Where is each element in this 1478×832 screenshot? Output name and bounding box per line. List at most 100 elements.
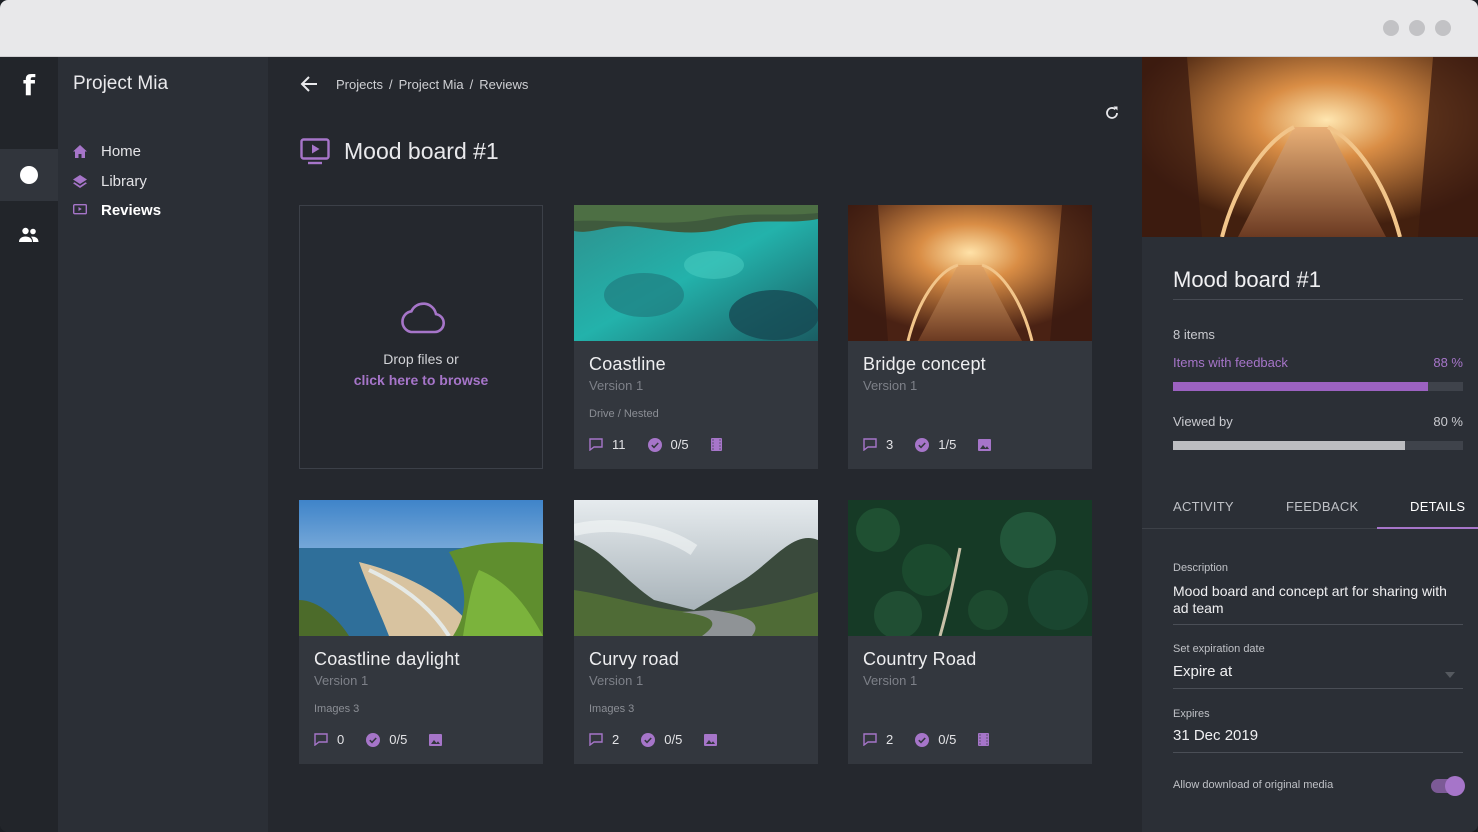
card-meta: Drive / Nested xyxy=(589,408,659,420)
tab-details[interactable]: DETAILS xyxy=(1410,499,1465,514)
main-content: Projects / Project Mia / Reviews Mood bo… xyxy=(268,57,1142,832)
card-bridge-concept[interactable]: Bridge concept Version 1 3 1/5 xyxy=(848,205,1092,469)
app-logo[interactable]: f xyxy=(0,69,58,102)
cloud-icon xyxy=(401,302,445,334)
approval-count[interactable]: 0/5 xyxy=(915,732,956,747)
card-stats: 2 0/5 xyxy=(863,732,990,747)
sidebar-item-reviews[interactable]: Reviews xyxy=(73,199,161,221)
check-circle-icon xyxy=(641,732,656,747)
feedback-label: Items with feedback xyxy=(1173,355,1288,370)
card-meta: Images 3 xyxy=(314,703,360,715)
download-toggle[interactable] xyxy=(1431,776,1465,796)
approval-count-value: 1/5 xyxy=(938,437,957,452)
card-version: Version 1 xyxy=(863,378,918,393)
sidebar: Project Mia Home Library Reviews xyxy=(58,57,268,832)
tab-activity[interactable]: ACTIVITY xyxy=(1173,499,1234,514)
people-icon xyxy=(19,227,39,242)
approval-count[interactable]: 0/5 xyxy=(647,437,689,452)
download-label: Allow download of original media xyxy=(1173,779,1334,791)
description-field[interactable]: Mood board and concept art for sharing w… xyxy=(1173,583,1463,617)
arrow-left-icon xyxy=(300,76,317,92)
card-stats: 11 0/5 xyxy=(589,437,722,452)
comment-icon xyxy=(589,438,603,451)
thumbnail-bridge xyxy=(848,205,1092,341)
breadcrumb-project[interactable]: Project Mia xyxy=(399,77,464,92)
approval-count-value: 0/5 xyxy=(664,732,683,747)
expires-underline xyxy=(1173,752,1463,753)
rail-item-workspace[interactable] xyxy=(0,149,58,201)
title-bar xyxy=(0,0,1478,57)
approval-count[interactable]: 0/5 xyxy=(366,732,407,747)
card-title: Coastline xyxy=(589,354,666,374)
item-count: 8 items xyxy=(1173,327,1215,342)
check-circle-icon xyxy=(915,437,930,452)
minimize-button[interactable] xyxy=(1383,20,1399,36)
feedback-progress-fill xyxy=(1173,382,1429,391)
comment-count[interactable]: 3 xyxy=(863,437,893,452)
rail-item-people[interactable] xyxy=(0,209,58,261)
back-button[interactable] xyxy=(300,75,318,98)
upload-dropzone[interactable]: Drop files or click here to browse xyxy=(299,205,543,469)
breadcrumb-reviews[interactable]: Reviews xyxy=(479,77,528,92)
card-country-road[interactable]: Country Road Version 1 2 0/5 xyxy=(848,500,1092,764)
page-title: Mood board #1 xyxy=(344,138,499,164)
card-version: Version 1 xyxy=(589,673,644,688)
card-coastline[interactable]: Coastline Version 1 Drive / Nested 11 0/… xyxy=(574,205,818,469)
circle-icon xyxy=(20,166,38,184)
panel-tabs: ACTIVITY FEEDBACK DETAILS xyxy=(1142,487,1478,529)
comment-count[interactable]: 2 xyxy=(589,732,619,747)
approval-count-value: 0/5 xyxy=(670,437,689,452)
comment-count-value: 0 xyxy=(337,732,345,747)
expiration-label: Set expiration date xyxy=(1173,643,1265,655)
home-icon xyxy=(73,144,87,158)
film-icon xyxy=(710,438,722,451)
refresh-icon xyxy=(1106,106,1118,119)
maximize-button[interactable] xyxy=(1409,20,1425,36)
card-title: Bridge concept xyxy=(863,354,986,374)
card-title: Country Road xyxy=(863,649,977,669)
board-cover-image xyxy=(1142,57,1478,237)
approval-count-value: 0/5 xyxy=(389,732,408,747)
chevron-down-icon xyxy=(1445,672,1455,678)
card-coastline-daylight[interactable]: Coastline daylight Version 1 Images 3 0 … xyxy=(299,500,543,764)
comment-count[interactable]: 0 xyxy=(314,732,344,747)
expires-field[interactable]: 31 Dec 2019 xyxy=(1173,727,1463,744)
breadcrumb-projects[interactable]: Projects xyxy=(336,77,383,92)
approval-count[interactable]: 1/5 xyxy=(915,437,956,452)
approval-count-value: 0/5 xyxy=(938,732,957,747)
comment-icon xyxy=(863,733,877,746)
description-underline xyxy=(1173,624,1463,625)
card-title: Coastline daylight xyxy=(314,649,460,669)
card-version: Version 1 xyxy=(589,378,644,393)
check-circle-icon xyxy=(915,732,930,747)
active-tab-indicator xyxy=(1377,527,1478,529)
feedback-percent: 88 % xyxy=(1433,355,1463,370)
image-icon xyxy=(704,733,718,746)
comment-count-value: 11 xyxy=(612,437,626,452)
viewed-progress xyxy=(1173,441,1463,450)
sidebar-item-home[interactable]: Home xyxy=(73,140,141,162)
app-window: f Project Mia Home Library Reviews Proje… xyxy=(0,0,1478,832)
card-curvy-road[interactable]: Curvy road Version 1 Images 3 2 0/5 xyxy=(574,500,818,764)
breadcrumb: Projects / Project Mia / Reviews xyxy=(336,77,528,92)
viewed-progress-fill xyxy=(1173,441,1405,450)
sidebar-item-label: Home xyxy=(101,142,142,160)
comment-icon xyxy=(314,733,328,746)
tab-feedback[interactable]: FEEDBACK xyxy=(1286,499,1358,514)
toggle-knob xyxy=(1445,776,1465,796)
expiration-select[interactable]: Expire at xyxy=(1173,663,1463,680)
comment-count[interactable]: 11 xyxy=(589,437,626,452)
sidebar-item-label: Reviews xyxy=(101,201,162,219)
check-circle-icon xyxy=(366,732,381,747)
close-button[interactable] xyxy=(1435,20,1451,36)
sidebar-item-library[interactable]: Library xyxy=(73,170,147,192)
refresh-button[interactable] xyxy=(1104,105,1120,126)
expiration-underline xyxy=(1173,688,1463,689)
approval-count[interactable]: 0/5 xyxy=(641,732,682,747)
comment-count[interactable]: 2 xyxy=(863,732,893,747)
card-meta: Images 3 xyxy=(589,703,635,715)
card-version: Version 1 xyxy=(863,673,918,688)
browse-link[interactable]: click here to browse xyxy=(300,372,542,388)
feedback-progress xyxy=(1173,382,1463,391)
viewed-percent: 80 % xyxy=(1433,414,1463,429)
